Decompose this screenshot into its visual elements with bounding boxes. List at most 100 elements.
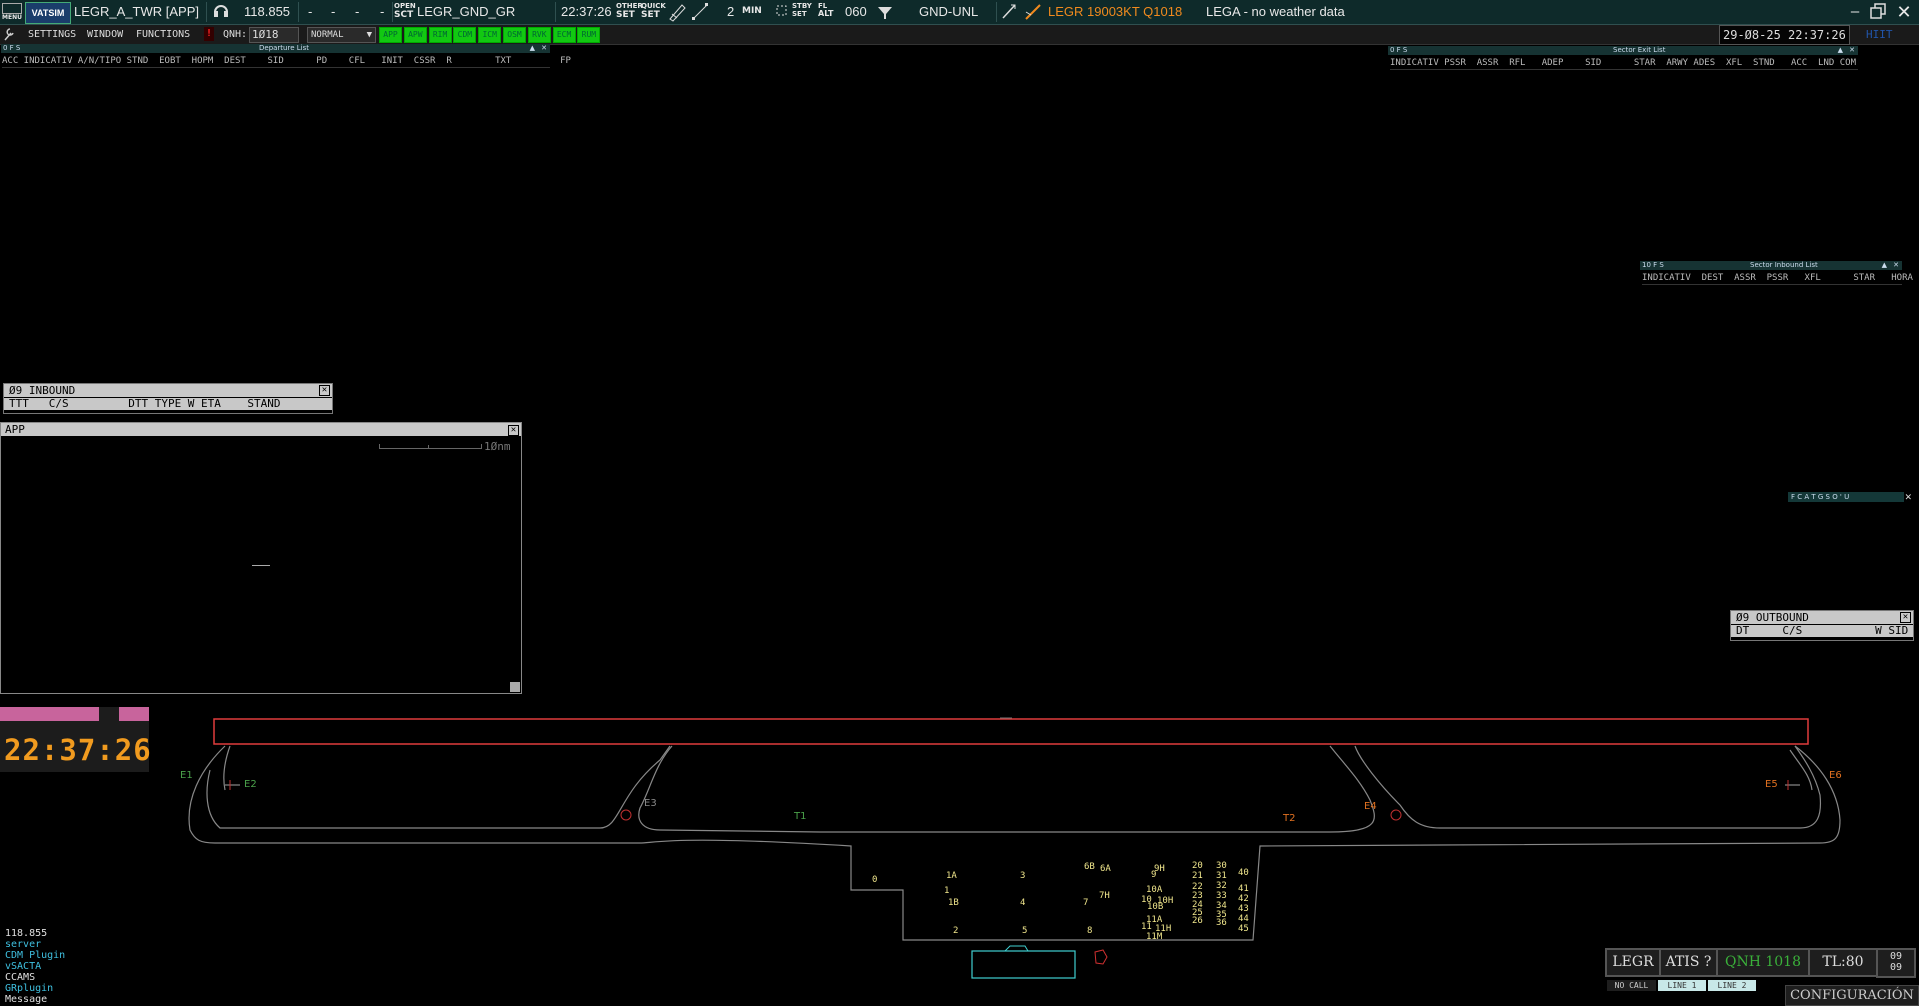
callsign-label[interactable]: LEGR_A_TWR [APP]	[74, 0, 199, 24]
atis-button[interactable]: ATIS ?	[1659, 948, 1718, 977]
stand-label[interactable]: 0	[872, 875, 877, 885]
stand-label[interactable]: 10A	[1146, 885, 1162, 895]
wind-icon[interactable]	[999, 0, 1019, 24]
plugin-status-item[interactable]: GRplugin	[5, 983, 53, 994]
mini-toolbar[interactable]: F C A T G S O ' U	[1788, 492, 1904, 502]
selection-icon[interactable]	[775, 0, 789, 24]
stand-label[interactable]: 36	[1216, 918, 1227, 928]
min-button[interactable]: MIN	[742, 0, 766, 24]
window-menu[interactable]: WINDOW	[87, 25, 123, 44]
close-icon[interactable]: ✕	[541, 44, 547, 53]
stand-label[interactable]: 41	[1238, 884, 1249, 894]
stand-label[interactable]: 44	[1238, 914, 1249, 924]
close-icon[interactable]: ✕	[1893, 261, 1899, 270]
menu-button[interactable]: MENU	[2, 1, 22, 25]
close-icon[interactable]: ✕	[319, 385, 330, 396]
app-radar-window[interactable]: APP ✕ 1Ønm	[0, 422, 522, 694]
stand-label[interactable]: 26	[1192, 916, 1203, 926]
plugin-button-rim[interactable]: RIM	[428, 27, 452, 43]
stand-label[interactable]: 8	[1087, 926, 1092, 936]
sector-inbound-flags[interactable]: 10 F S	[1642, 261, 1664, 270]
settings-menu[interactable]: SETTINGS	[28, 25, 76, 44]
plugin-status-item[interactable]: vSACTA	[5, 961, 41, 972]
frequency-display[interactable]: 118.855	[244, 0, 290, 24]
quick-set-button[interactable]: QUICK SET	[641, 0, 666, 24]
close-icon[interactable]: ✕	[1894, 0, 1914, 24]
sector-exit-flags[interactable]: 0 F S	[1390, 46, 1407, 55]
collapse-icon[interactable]: ▲	[530, 44, 535, 53]
mode-select[interactable]: NORMAL ▼	[307, 27, 376, 43]
stand-label[interactable]: 1A	[946, 871, 957, 881]
stand-label[interactable]: 2	[953, 926, 958, 936]
pen-icon[interactable]	[667, 0, 687, 24]
airport-map[interactable]	[0, 700, 1919, 980]
stand-label[interactable]: 33	[1216, 891, 1227, 901]
sector-exit-columns[interactable]: INDICATIV PSSR ASSR RFL ADEP SID STAR AR…	[1390, 57, 1858, 70]
filter-icon[interactable]	[875, 0, 895, 24]
stand-label[interactable]: 6B	[1084, 862, 1095, 872]
plugin-button-osm[interactable]: OSM	[503, 27, 526, 43]
stand-label[interactable]: 1B	[948, 898, 959, 908]
departure-list-header[interactable]: 0 F S Departure List ▲ ✕	[1, 44, 550, 53]
stand-label[interactable]: 45	[1238, 924, 1249, 934]
stand-label[interactable]: 21	[1192, 871, 1203, 881]
fl-alt-button[interactable]: FL ALT	[818, 0, 836, 24]
stand-label[interactable]: 20	[1192, 861, 1203, 871]
weather-display[interactable]: LEGA - no weather data	[1206, 0, 1345, 24]
stand-label[interactable]: 40	[1238, 868, 1249, 878]
plugin-status-item[interactable]: Message	[5, 994, 47, 1005]
restore-icon[interactable]	[1869, 0, 1887, 24]
outbound-columns[interactable]: DT C/S W SID	[1731, 625, 1913, 637]
sector-inbound-list-header[interactable]: 10 F S Sector Inbound List ▲ ✕	[1640, 261, 1902, 270]
stand-label[interactable]: 42	[1238, 894, 1249, 904]
stby-set-button[interactable]: STBY SET	[792, 0, 814, 24]
functions-menu[interactable]: FUNCTIONS	[136, 25, 190, 44]
plugin-button-rvk[interactable]: RVK	[527, 27, 551, 43]
stand-label[interactable]: 5	[1022, 926, 1027, 936]
tool-icon[interactable]	[3, 25, 17, 44]
plugin-button-cdm[interactable]: CDM	[453, 27, 477, 43]
plugin-button-icm[interactable]: ICM	[478, 27, 502, 43]
other-set-button[interactable]: OTHER SET	[616, 0, 643, 24]
open-sector-button[interactable]: OPEN SCT	[394, 0, 416, 24]
stand-label[interactable]: 6A	[1100, 864, 1111, 874]
airport-button[interactable]: LEGR	[1605, 948, 1661, 977]
runway-config[interactable]: 09 09	[1876, 948, 1916, 978]
stand-label[interactable]: 43	[1238, 904, 1249, 914]
stand-label[interactable]: 11M	[1146, 932, 1162, 942]
stand-label[interactable]: 1	[944, 886, 949, 896]
sector-name[interactable]: LEGR_GND_GR	[417, 0, 515, 24]
qnh-display[interactable]: QNH 1018	[1716, 948, 1810, 977]
departure-list-flags[interactable]: 0 F S	[3, 44, 20, 53]
plugin-button-app[interactable]: APP	[379, 27, 402, 43]
stand-label[interactable]: 30	[1216, 861, 1227, 871]
stand-label[interactable]: 7H	[1099, 891, 1110, 901]
close-icon[interactable]: ✕	[1900, 612, 1911, 623]
collapse-icon[interactable]: ▲	[1838, 46, 1843, 55]
alert-button[interactable]: !	[204, 27, 214, 41]
transition-level[interactable]: TL:80	[1808, 948, 1878, 977]
plugin-status-item[interactable]: server	[5, 939, 41, 950]
stand-label[interactable]: 4	[1020, 898, 1025, 908]
stand-label[interactable]: 11	[1141, 922, 1152, 932]
resize-handle[interactable]	[510, 682, 520, 692]
sector-exit-list-header[interactable]: 0 F S Sector Exit List ▲ ✕	[1388, 46, 1858, 55]
qnh-input[interactable]: 1Ø18	[249, 27, 299, 43]
headset-icon[interactable]	[212, 0, 230, 24]
fl-value[interactable]: 060	[845, 0, 867, 24]
stand-label[interactable]: 31	[1216, 871, 1227, 881]
line-2-button[interactable]: LINE 2	[1708, 980, 1756, 991]
metar-display[interactable]: LEGR 19003KT Q1018	[1048, 0, 1182, 24]
aircraft-track[interactable]	[252, 565, 270, 566]
stand-label[interactable]: 7	[1083, 898, 1088, 908]
stand-label[interactable]: 3	[1020, 871, 1025, 881]
stand-label[interactable]: 9	[1151, 870, 1156, 880]
no-call-indicator[interactable]: NO CALL	[1607, 980, 1656, 991]
collapse-icon[interactable]: ▲	[1882, 261, 1887, 270]
inbound-columns[interactable]: TTT C/S DTT TYPE W ETA STAND	[4, 398, 332, 410]
range-display[interactable]: GND-UNL	[919, 0, 978, 24]
plugin-button-apw[interactable]: APW	[403, 27, 427, 43]
inbound-title[interactable]: Ø9 INBOUND	[4, 384, 332, 397]
stand-label[interactable]: 10B	[1147, 902, 1163, 912]
plugin-status-item[interactable]: CDM Plugin	[5, 950, 65, 961]
